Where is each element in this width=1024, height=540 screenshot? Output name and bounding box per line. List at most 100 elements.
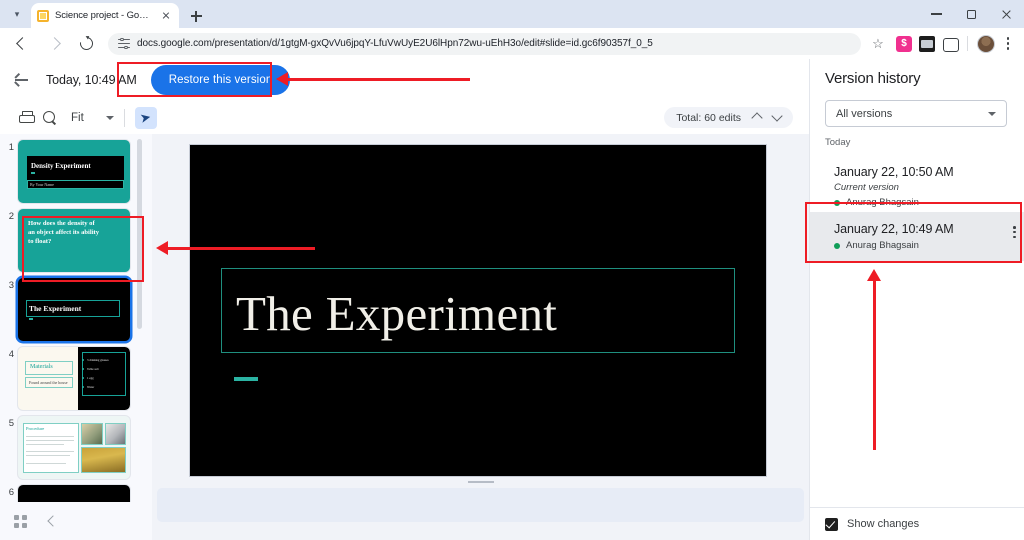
thumb-title: Procedure (26, 426, 44, 431)
zoom-level-label[interactable]: Fit (71, 112, 84, 124)
filmstrip-footer (0, 502, 152, 540)
page-title: Version history (825, 70, 920, 87)
show-changes-checkbox[interactable] (825, 518, 838, 531)
list-item[interactable]: 4 Materials Found around the house 3 dri… (0, 347, 152, 410)
slide-thumbnail-1[interactable]: Density Experiment By Your Name (18, 140, 130, 203)
thumb-title: The Experiment (29, 304, 81, 313)
author-name: Anurag Bhagsain (846, 197, 919, 208)
list-item[interactable]: 2 How does the density of an object affe… (0, 209, 152, 272)
browser-toolbar: docs.google.com/presentation/d/1gtgM-gxQ… (0, 28, 1024, 59)
list-item[interactable]: 5 Procedure (0, 416, 152, 479)
chevron-down-icon (988, 112, 996, 116)
slide-number: 1 (0, 140, 18, 203)
restore-this-version-button[interactable]: Restore this version (151, 65, 291, 95)
collapse-filmstrip-icon[interactable] (47, 515, 58, 526)
slide-thumbnail-5[interactable]: Procedure (18, 416, 130, 479)
version-entry-current[interactable]: January 22, 10:50 AM Current version Anu… (810, 155, 1024, 218)
close-icon[interactable] (159, 9, 173, 23)
author-color-dot (834, 200, 840, 206)
edits-total-label: Total: 60 edits (676, 112, 741, 124)
slide-accent-dash (234, 377, 258, 381)
browser-tab[interactable]: Science project - Google Slides (31, 3, 179, 28)
author-name: Anurag Bhagsain (846, 240, 919, 251)
slide-title-placeholder[interactable]: The Experiment (221, 268, 735, 353)
chrome-menu-icon[interactable] (999, 35, 1017, 53)
version-history-panel: Version history All versions Today Janua… (809, 59, 1024, 540)
extension-icon-2[interactable] (919, 36, 935, 52)
canvas-resize-handle[interactable] (468, 481, 494, 483)
browser-window: ▾ Science project - Google Slides docs.g… (0, 0, 1024, 540)
thumb-subtitle: Found around the house (29, 380, 68, 385)
version-options-icon[interactable] (1013, 226, 1016, 238)
select-tool-button[interactable]: ➤ (135, 107, 157, 129)
slide-number: 4 (0, 347, 18, 410)
slide-filmstrip[interactable]: 1 Density Experiment By Your Name 2 How … (0, 134, 152, 502)
slide-thumbnail-3[interactable]: The Experiment (18, 278, 130, 341)
show-changes-row[interactable]: Show changes (810, 507, 1024, 540)
slide-number: 6 (0, 485, 18, 502)
list-item[interactable]: 6 (0, 485, 152, 502)
tab-search-chevron-icon[interactable]: ▾ (8, 5, 26, 23)
zoom-icon[interactable] (38, 106, 62, 130)
slide-thumbnail-4[interactable]: Materials Found around the house 3 drink… (18, 347, 130, 410)
site-settings-icon[interactable] (118, 38, 130, 49)
reload-button[interactable] (72, 30, 100, 58)
thumb-question: How does the density of an object affect… (28, 219, 100, 246)
new-tab-button[interactable] (186, 6, 206, 26)
extension-icon-1[interactable] (896, 36, 912, 52)
author-color-dot (834, 243, 840, 249)
browser-tab-title: Science project - Google Slides (55, 10, 153, 21)
thumb-title: Density Experiment (31, 162, 91, 170)
maximize-button[interactable] (954, 0, 989, 28)
cursor-arrow-icon: ➤ (139, 110, 152, 125)
current-slide[interactable]: The Experiment (190, 145, 766, 476)
slide-number: 2 (0, 209, 18, 272)
thumb-title: Materials (30, 364, 53, 370)
toolbar-divider (967, 36, 968, 51)
slides-toolbar: Fit ➤ Total: 60 edits (0, 101, 809, 134)
list-item[interactable]: 1 Density Experiment By Your Name (0, 140, 152, 203)
thumb-bullet: 3 drinking glasses (87, 358, 109, 362)
list-item[interactable]: 3 The Experiment (0, 278, 152, 341)
version-filter-select[interactable]: All versions (825, 100, 1007, 127)
profile-avatar[interactable] (977, 35, 995, 53)
slide-thumbnail-6[interactable] (18, 485, 130, 502)
version-filter-value: All versions (836, 108, 892, 120)
slides-favicon-icon (37, 10, 49, 22)
browser-tabstrip: ▾ Science project - Google Slides (0, 0, 1024, 28)
back-button[interactable] (8, 30, 36, 58)
window-controls (919, 0, 1024, 28)
slide-number: 5 (0, 416, 18, 479)
thumb-subtitle: By Your Name (30, 182, 54, 187)
chevron-down-icon[interactable] (106, 116, 114, 120)
minimize-button[interactable] (919, 0, 954, 28)
version-date: January 22, 10:49 AM (834, 222, 1013, 236)
toolbar-divider (124, 109, 125, 127)
edits-counter: Total: 60 edits (664, 107, 793, 128)
bookmark-star-icon[interactable]: ☆ (867, 33, 889, 55)
thumb-bullet: 1 egg (87, 376, 94, 380)
slide-number: 3 (0, 278, 18, 341)
version-header: Today, 10:49 AM Restore this version (0, 59, 809, 101)
address-bar[interactable]: docs.google.com/presentation/d/1gtgM-gxQ… (108, 33, 861, 55)
version-author: Anurag Bhagsain (834, 197, 1013, 208)
selected-version-date: Today, 10:49 AM (46, 73, 137, 87)
version-date: January 22, 10:50 AM (834, 165, 1013, 179)
show-changes-label: Show changes (847, 518, 919, 530)
version-entry-selected[interactable]: January 22, 10:49 AM Anurag Bhagsain (810, 212, 1024, 261)
slide-title-text: The Experiment (236, 289, 557, 339)
extensions-puzzle-icon[interactable] (942, 36, 958, 52)
next-edit-icon[interactable] (771, 110, 782, 121)
grid-view-icon[interactable] (14, 515, 27, 528)
close-window-button[interactable] (989, 0, 1024, 28)
previous-edit-icon[interactable] (751, 112, 762, 123)
version-group-label: Today (825, 137, 850, 148)
thumb-bullet: Water (87, 385, 94, 389)
back-to-editor-icon[interactable] (10, 69, 32, 91)
speaker-notes-panel[interactable] (157, 488, 804, 522)
slide-thumbnail-2[interactable]: How does the density of an object affect… (18, 209, 130, 272)
forward-button[interactable] (40, 30, 68, 58)
address-bar-url: docs.google.com/presentation/d/1gtgM-gxQ… (137, 38, 851, 49)
print-icon[interactable] (14, 106, 38, 130)
slide-canvas: The Experiment (152, 134, 809, 540)
